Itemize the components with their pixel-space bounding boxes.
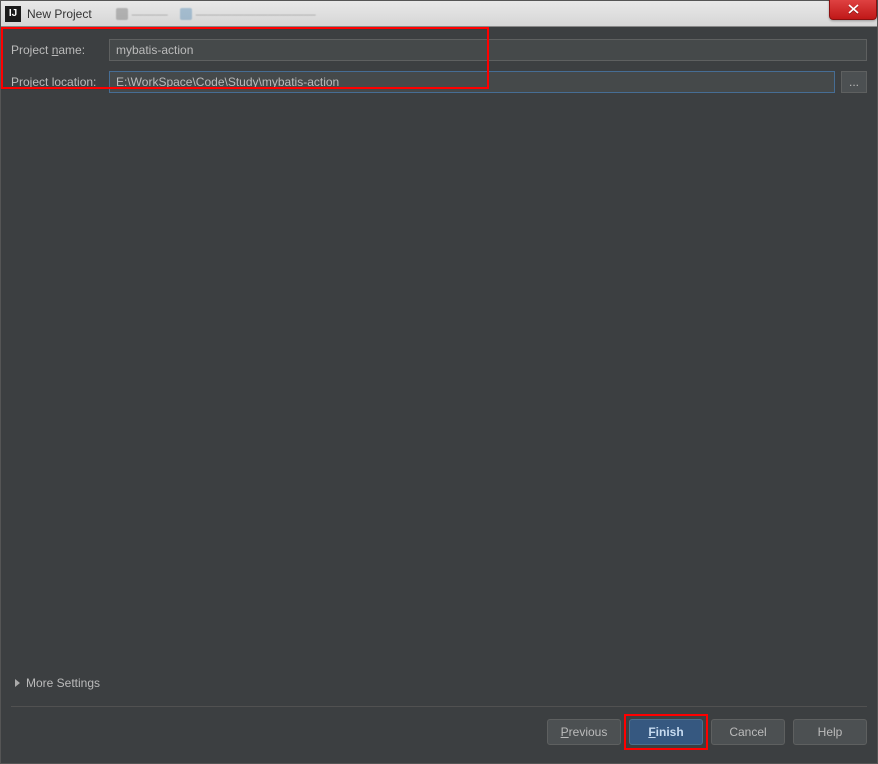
project-location-row: Project location: ... <box>11 71 867 93</box>
project-name-row: Project name: <box>11 39 867 61</box>
finish-button[interactable]: Finish <box>629 719 703 745</box>
more-settings-toggle[interactable]: More Settings <box>11 676 867 690</box>
dialog-content: Project name: Project location: ... More… <box>1 27 877 763</box>
separator <box>11 706 867 707</box>
close-icon <box>848 4 859 14</box>
window-title: New Project <box>27 7 92 21</box>
project-location-label: Project location: <box>11 75 109 89</box>
expand-triangle-icon <box>15 679 20 687</box>
titlebar[interactable]: IJ New Project ——— —————————— <box>1 1 877 27</box>
project-name-label: Project name: <box>11 43 109 57</box>
project-location-input[interactable] <box>109 71 835 93</box>
titlebar-background-blur: ——— —————————— <box>116 7 316 21</box>
project-name-input[interactable] <box>109 39 867 61</box>
content-spacer <box>11 103 867 676</box>
finish-button-wrap: Finish <box>629 719 703 745</box>
new-project-dialog: IJ New Project ——— —————————— Project na… <box>0 0 878 764</box>
previous-button[interactable]: Previous <box>547 719 621 745</box>
button-bar: Previous Finish Cancel Help <box>11 719 867 751</box>
cancel-button[interactable]: Cancel <box>711 719 785 745</box>
browse-location-button[interactable]: ... <box>841 71 867 93</box>
more-settings-label: More Settings <box>26 676 100 690</box>
intellij-icon: IJ <box>5 6 21 22</box>
help-button[interactable]: Help <box>793 719 867 745</box>
close-button[interactable] <box>829 0 877 20</box>
